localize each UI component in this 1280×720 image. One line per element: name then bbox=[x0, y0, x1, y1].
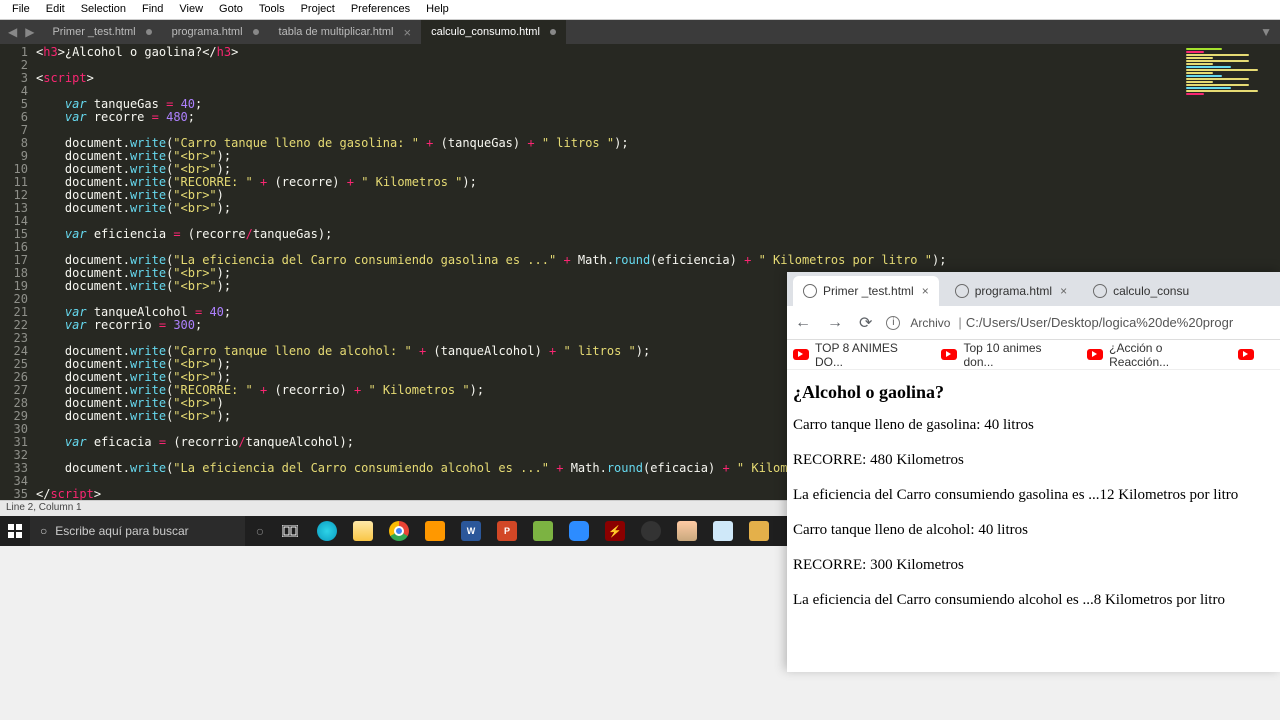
bookmark-label: TOP 8 ANIMES DO... bbox=[815, 341, 927, 369]
tab-calculo-consumo-html[interactable]: calculo_consumo.html bbox=[421, 20, 566, 44]
minimap[interactable] bbox=[1186, 48, 1276, 138]
dirty-dot-icon bbox=[253, 29, 259, 35]
page-text: RECORRE: 300 Kilometros bbox=[793, 557, 1274, 574]
app-sublime[interactable] bbox=[417, 516, 453, 546]
globe-icon bbox=[955, 284, 969, 298]
browser-toolbar: ← → ⟳ i Archivo | C:/Users/User/Desktop/… bbox=[787, 306, 1280, 340]
dirty-dot-icon bbox=[550, 29, 556, 35]
menu-help[interactable]: Help bbox=[418, 0, 457, 19]
app-word[interactable]: W bbox=[453, 516, 489, 546]
tab-primer--test-html[interactable]: Primer _test.html bbox=[42, 20, 161, 44]
browser-tabbar: Primer _test.html × programa.html × calculo_… bbox=[787, 272, 1280, 306]
tab-nav-arrows[interactable]: ◀ ▶ bbox=[0, 20, 42, 44]
tab-label: programa.html bbox=[172, 26, 243, 38]
reload-button[interactable]: ⟳ bbox=[851, 313, 880, 333]
menu-selection[interactable]: Selection bbox=[73, 0, 134, 19]
browser-tab-label: programa.html bbox=[975, 284, 1052, 298]
bookmarks-bar: TOP 8 ANIMES DO... Top 10 animes don... ¿A… bbox=[787, 340, 1280, 370]
bookmark-item[interactable]: Top 10 animes don... bbox=[941, 341, 1073, 369]
app-powerpoint[interactable]: P bbox=[489, 516, 525, 546]
menu-tools[interactable]: Tools bbox=[251, 0, 293, 19]
taskview-icon[interactable] bbox=[275, 516, 305, 546]
line-gutter: 1234567891011121314151617181920212223242… bbox=[0, 44, 36, 500]
nav-left-icon[interactable]: ◀ bbox=[4, 25, 21, 39]
forward-button[interactable]: → bbox=[819, 314, 851, 332]
search-icon: ○ bbox=[40, 524, 47, 538]
app-zoom[interactable] bbox=[561, 516, 597, 546]
search-placeholder: Escribe aquí para buscar bbox=[55, 524, 188, 538]
page-title: ¿Alcohol o gaolina? bbox=[793, 382, 1274, 403]
menu-view[interactable]: View bbox=[171, 0, 211, 19]
app-explorer[interactable] bbox=[345, 516, 381, 546]
editor-tabbar: ◀ ▶ Primer _test.html programa.html tabla … bbox=[0, 20, 1280, 44]
back-button[interactable]: ← bbox=[787, 314, 819, 332]
menubar: FileEditSelectionFindViewGotoToolsProjec… bbox=[0, 0, 1280, 20]
browser-tab-label: calculo_consu bbox=[1113, 284, 1189, 298]
app-security[interactable] bbox=[741, 516, 777, 546]
browser-tab-primer--test-html[interactable]: Primer _test.html × bbox=[793, 276, 939, 306]
youtube-icon bbox=[1238, 349, 1254, 360]
menu-file[interactable]: File bbox=[4, 0, 38, 19]
menu-edit[interactable]: Edit bbox=[38, 0, 73, 19]
tab-tabla-de-multiplicar-html[interactable]: tabla de multiplicar.html × bbox=[269, 20, 422, 44]
browser-tab-programa-html[interactable]: programa.html × bbox=[945, 276, 1077, 306]
close-icon[interactable]: × bbox=[922, 284, 929, 298]
address-path: C:/Users/User/Desktop/logica%20de%20prog… bbox=[966, 315, 1233, 330]
close-tab-icon[interactable]: × bbox=[403, 25, 411, 40]
info-icon: i bbox=[886, 316, 900, 330]
address-bar[interactable]: i Archivo | C:/Users/User/Desktop/logica… bbox=[880, 315, 1280, 331]
youtube-icon bbox=[793, 349, 809, 360]
globe-icon bbox=[803, 284, 817, 298]
browser-tab-label: Primer _test.html bbox=[823, 284, 914, 298]
start-button[interactable] bbox=[0, 516, 30, 546]
youtube-icon bbox=[1087, 349, 1103, 360]
tab-programa-html[interactable]: programa.html bbox=[162, 20, 269, 44]
browser-tab-calculo-consu[interactable]: calculo_consu bbox=[1083, 276, 1199, 306]
bookmark-label: Top 10 animes don... bbox=[963, 341, 1073, 369]
app-flash[interactable]: ⚡ bbox=[597, 516, 633, 546]
taskbar-apps: W P ⚡ bbox=[309, 516, 777, 546]
page-text: RECORRE: 480 Kilometros bbox=[793, 452, 1274, 469]
menu-find[interactable]: Find bbox=[134, 0, 171, 19]
app-skype[interactable] bbox=[309, 516, 345, 546]
app-green[interactable] bbox=[525, 516, 561, 546]
tab-overflow-icon[interactable]: ▼ bbox=[1252, 20, 1280, 44]
tab-label: Primer _test.html bbox=[52, 26, 135, 38]
menu-preferences[interactable]: Preferences bbox=[343, 0, 418, 19]
cursor-position: Line 2, Column 1 bbox=[6, 502, 82, 513]
bookmark-item[interactable] bbox=[1238, 349, 1260, 360]
page-text: La eficiencia del Carro consumiendo gaso… bbox=[793, 487, 1274, 504]
bookmark-item[interactable]: TOP 8 ANIMES DO... bbox=[793, 341, 927, 369]
youtube-icon bbox=[941, 349, 957, 360]
nav-right-icon[interactable]: ▶ bbox=[21, 25, 38, 39]
tab-label: tabla de multiplicar.html bbox=[279, 26, 394, 38]
cortana-icon[interactable]: ○ bbox=[245, 516, 275, 546]
dirty-dot-icon bbox=[146, 29, 152, 35]
close-icon[interactable]: × bbox=[1060, 284, 1067, 298]
page-text: La eficiencia del Carro consumiendo alco… bbox=[793, 592, 1274, 609]
tab-label: calculo_consumo.html bbox=[431, 26, 540, 38]
app-chrome[interactable] bbox=[381, 516, 417, 546]
page-text: Carro tanque lleno de alcohol: 40 litros bbox=[793, 522, 1274, 539]
page-text: Carro tanque lleno de gasolina: 40 litro… bbox=[793, 417, 1274, 434]
app-obs[interactable] bbox=[633, 516, 669, 546]
page-body: ¿Alcohol o gaolina? Carro tanque lleno d… bbox=[787, 370, 1280, 639]
menu-project[interactable]: Project bbox=[293, 0, 343, 19]
globe-icon bbox=[1093, 284, 1107, 298]
menu-goto[interactable]: Goto bbox=[211, 0, 251, 19]
taskbar-search[interactable]: ○ Escribe aquí para buscar bbox=[30, 516, 245, 546]
app-paint[interactable] bbox=[669, 516, 705, 546]
app-notepad[interactable] bbox=[705, 516, 741, 546]
address-scheme: Archivo bbox=[906, 315, 954, 331]
bookmark-label: ¿Acción o Reacción... bbox=[1109, 341, 1224, 369]
browser-window: Primer _test.html × programa.html × calculo_… bbox=[787, 272, 1280, 672]
bookmark-item[interactable]: ¿Acción o Reacción... bbox=[1087, 341, 1224, 369]
